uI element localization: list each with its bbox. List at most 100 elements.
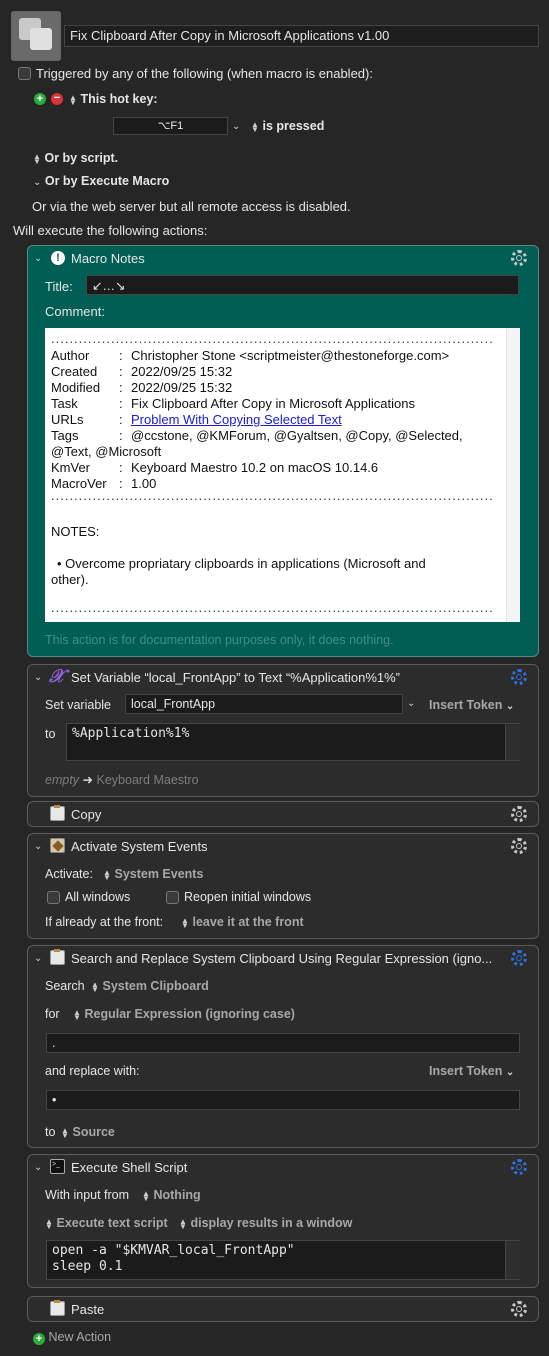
macro-icon[interactable] [11, 11, 61, 61]
updown-icon: ▲ ▼ [45, 1216, 53, 1231]
comment-row: Modified: 2022/09/25 15:32 [51, 380, 501, 396]
collapse-chevron-icon[interactable]: ⌄ [34, 1162, 42, 1173]
source-select-label: System Clipboard [102, 979, 209, 993]
set-variable-action[interactable]: ⌄ 𝒳 Set Variable “local_FrontApp” to Tex… [27, 664, 539, 797]
comment-separator: : [119, 364, 123, 379]
macro-notes-action[interactable]: ⌄ ! Macro Notes Title: ↙…↘ Comment: ....… [27, 245, 539, 657]
updown-icon: ▲ ▼ [142, 1188, 150, 1203]
for-label: for [45, 1007, 60, 1021]
comment-row: Author: Christopher Stone <scriptmeister… [51, 348, 501, 364]
add-icon: + [33, 1333, 45, 1345]
chevron-down-icon: ⌄ [33, 177, 42, 188]
gear-icon[interactable] [511, 1301, 527, 1317]
app-select-label: System Events [114, 867, 204, 881]
url-link[interactable]: Problem With Copying Selected Text [131, 412, 342, 427]
script-text-area[interactable]: open -a "$KMVAR_local_FrontApp" sleep 0.… [46, 1240, 520, 1280]
input-from-select-label: Nothing [153, 1188, 201, 1202]
reopen-windows-label: Reopen initial windows [184, 890, 312, 904]
all-windows-checkbox[interactable] [47, 891, 60, 904]
comment-separator: : [119, 396, 123, 411]
new-action-button[interactable]: + New Action [33, 1330, 111, 1345]
app-select[interactable]: ▲ ▼ System Events [103, 867, 203, 881]
mode-select[interactable]: ▲ ▼ Regular Expression (ignoring case) [73, 1007, 295, 1021]
remove-trigger-icon[interactable]: − [51, 93, 63, 105]
collapse-chevron-icon[interactable]: ⌄ [34, 953, 42, 964]
insert-token-menu[interactable]: Insert Token ⌄ [429, 698, 514, 712]
comment-value: Christopher Stone <scriptmeister@theston… [131, 348, 450, 363]
activate-action[interactable]: ⌄ Activate System Events Activate: ▲ ▼ Sy… [27, 833, 539, 939]
shell-script-action[interactable]: ⌄ >_ Execute Shell Script With input fro… [27, 1154, 539, 1288]
gear-icon[interactable] [511, 806, 527, 822]
comment-value: @ccstone, @KMForum, @Gyaltsen, @Copy, @S… [131, 428, 463, 443]
is-pressed-select[interactable]: ▲ ▼ is pressed [251, 119, 324, 133]
text-scrollbar[interactable] [505, 724, 520, 760]
chevron-down-icon[interactable]: ⌄ [407, 698, 415, 709]
insert-token-label: Insert Token [429, 1064, 503, 1078]
text-value-field[interactable]: %Application%1% [66, 723, 520, 761]
variable-name-field[interactable]: local_FrontApp [125, 694, 403, 714]
dots-divider: ........................................… [51, 331, 495, 346]
insert-token-menu[interactable]: Insert Token ⌄ [429, 1064, 514, 1078]
to-label: to [45, 1125, 55, 1139]
mode-select-label: Regular Expression (ignoring case) [84, 1007, 295, 1021]
dots-divider: ........................................… [51, 600, 495, 615]
updown-icon: ▲ ▼ [251, 119, 259, 134]
all-windows-label: All windows [65, 890, 131, 904]
reopen-windows-checkbox[interactable] [166, 891, 179, 904]
add-trigger-icon[interactable]: + [34, 93, 46, 105]
input-from-label: With input from [45, 1188, 130, 1202]
set-variable-label: Set variable [45, 698, 112, 712]
notes-info-icon: ! [51, 251, 65, 265]
title-field[interactable]: ↙…↘ [86, 275, 519, 295]
collapse-chevron-icon[interactable]: ⌄ [34, 841, 42, 852]
comment-value: 2022/09/25 15:32 [131, 380, 233, 395]
chevron-down-icon: ⌄ [505, 1067, 515, 1078]
gear-icon[interactable] [511, 950, 527, 966]
notes-footer: This action is for documentation purpose… [45, 633, 394, 647]
gear-icon[interactable] [511, 669, 527, 685]
destination-select[interactable]: ▲ ▼ Source [61, 1125, 115, 1139]
collapse-chevron-icon[interactable]: ⌄ [34, 253, 42, 264]
triggered-checkbox[interactable] [18, 67, 31, 80]
action-title: Paste [71, 1302, 105, 1317]
replacement-field[interactable]: • [46, 1090, 520, 1110]
macro-name-field[interactable]: Fix Clipboard After Copy in Microsoft Ap… [64, 25, 539, 47]
or-by-execute-macro[interactable]: ⌄ Or by Execute Macro [33, 174, 169, 188]
paste-action[interactable]: Paste [27, 1296, 539, 1322]
comment-area[interactable]: ........................................… [45, 328, 520, 622]
terminal-icon: >_ [50, 1159, 65, 1174]
exec-mode-select[interactable]: ▲ ▼ Execute text script [45, 1216, 168, 1230]
source-select[interactable]: ▲ ▼ System Clipboard [91, 979, 209, 993]
collapse-chevron-icon[interactable]: ⌄ [34, 672, 42, 683]
or-by-execute-label: Or by Execute Macro [44, 174, 170, 188]
search-replace-action[interactable]: ⌄ Search and Replace System Clipboard Us… [27, 945, 539, 1148]
dots-divider: ........................................… [51, 488, 495, 503]
comment-separator: : [119, 460, 123, 475]
copy-action[interactable]: Copy [27, 801, 539, 827]
or-by-script[interactable]: ▲ ▼ Or by script. [33, 151, 118, 165]
gear-icon[interactable] [511, 1159, 527, 1175]
chevron-down-icon[interactable]: ⌄ [232, 121, 240, 132]
gear-icon[interactable] [511, 250, 527, 266]
display-mode-select[interactable]: ▲ ▼ display results in a window [179, 1216, 352, 1230]
comment-key: Author [51, 348, 90, 363]
gear-icon[interactable] [511, 838, 527, 854]
comment-separator: : [119, 380, 123, 395]
front-action-select[interactable]: ▲ ▼ leave it at the front [181, 915, 304, 929]
scrollbar[interactable] [506, 328, 520, 622]
hotkey-field[interactable]: ⌥F1 [113, 117, 228, 135]
comment-key: Modified [51, 380, 101, 395]
hotkey-trigger-type[interactable]: ▲ ▼ This hot key: [69, 92, 158, 106]
destination-select-label: Source [72, 1125, 115, 1139]
title-label: Title: [45, 279, 73, 294]
pattern-field[interactable]: . [46, 1033, 520, 1053]
result-app-label: Keyboard Maestro [96, 773, 199, 787]
action-title: Copy [71, 807, 102, 822]
empty-label: empty [45, 773, 80, 787]
input-from-select[interactable]: ▲ ▼ Nothing [142, 1188, 201, 1202]
to-label-text: to [45, 1125, 56, 1139]
action-title: Search and Replace System Clipboard Usin… [71, 951, 493, 966]
is-pressed-label: is pressed [262, 119, 325, 133]
script-scrollbar[interactable] [505, 1241, 520, 1279]
comment-label: Comment: [45, 304, 105, 319]
